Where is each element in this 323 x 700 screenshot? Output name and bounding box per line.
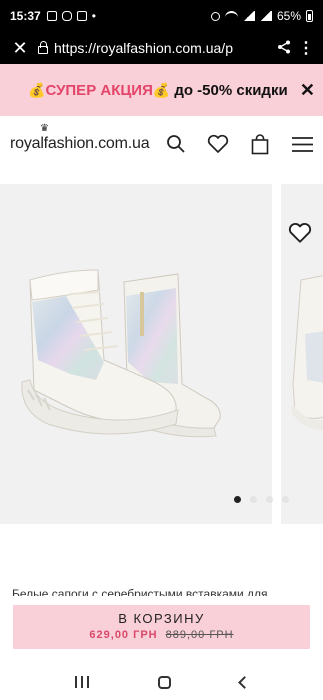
signal-icon	[242, 11, 255, 21]
system-nav-bar	[0, 664, 323, 700]
crown-icon: ♛	[40, 123, 49, 134]
product-description: Белые сапоги с серебристыми вставками дл…	[12, 587, 268, 596]
promo-text: до -50% скидки	[174, 81, 288, 99]
gallery-pagination	[0, 496, 323, 503]
site-header: ♛ royalfashion.com.ua	[0, 116, 323, 172]
notification-icons: •	[46, 9, 96, 23]
share-icon[interactable]	[271, 40, 297, 57]
wifi-icon	[224, 11, 238, 21]
hamburger-menu-icon[interactable]	[291, 133, 313, 155]
instagram-notification-icon	[61, 11, 72, 21]
browser-url-bar: ✕ https://royalfashion.com.ua/p ⋮	[0, 32, 323, 64]
gallery-notification-icon	[46, 11, 57, 21]
money-bag-icon-2: 💰	[152, 81, 171, 98]
logo-text: royalfashion.com.ua	[10, 135, 150, 152]
cart-bag-icon[interactable]	[249, 133, 271, 155]
add-to-cart-label: В КОРЗИНУ	[118, 611, 205, 626]
search-icon[interactable]	[165, 133, 187, 155]
lock-icon[interactable]	[32, 41, 54, 54]
gallery-dot-3[interactable]	[266, 496, 273, 503]
promo-close-icon[interactable]: ✕	[300, 80, 315, 101]
status-bar: 15:37 • 65%	[0, 0, 323, 32]
url-text[interactable]: https://royalfashion.com.ua/p	[54, 40, 271, 56]
alarm-icon	[210, 11, 220, 21]
promo-banner[interactable]: 💰 СУПЕР АКЦИЯ 💰 до -50% скидки ✕	[0, 64, 323, 116]
app-notification-icon	[76, 11, 87, 21]
money-bag-icon: 💰	[28, 81, 46, 98]
site-logo[interactable]: ♛ royalfashion.com.ua	[10, 123, 150, 153]
close-tab-icon[interactable]: ✕	[8, 38, 32, 59]
home-icon[interactable]	[157, 675, 171, 689]
gallery-dot-1[interactable]	[234, 496, 241, 503]
add-to-cart-button[interactable]: В КОРЗИНУ 629,00 ГРН 889,00 ГРН	[13, 605, 310, 649]
battery-icon	[306, 10, 313, 22]
product-gallery[interactable]	[0, 184, 323, 524]
more-menu-icon[interactable]: ⋮	[297, 38, 315, 58]
recent-apps-icon[interactable]	[74, 676, 89, 688]
price-old: 889,00 ГРН	[165, 629, 234, 641]
dot-notification-icon: •	[91, 9, 96, 23]
add-to-wishlist-icon[interactable]	[288, 222, 312, 246]
signal-icon-2	[259, 11, 272, 21]
back-icon[interactable]	[237, 675, 251, 689]
wishlist-icon[interactable]	[207, 133, 229, 155]
product-image[interactable]	[0, 184, 272, 524]
price-current: 629,00 ГРН	[89, 629, 158, 641]
gallery-dot-4[interactable]	[282, 496, 289, 503]
battery-percent: 65%	[276, 9, 301, 23]
promo-highlight: СУПЕР АКЦИЯ	[45, 81, 153, 99]
gallery-dot-2[interactable]	[250, 496, 257, 503]
status-time: 15:37	[10, 9, 41, 23]
